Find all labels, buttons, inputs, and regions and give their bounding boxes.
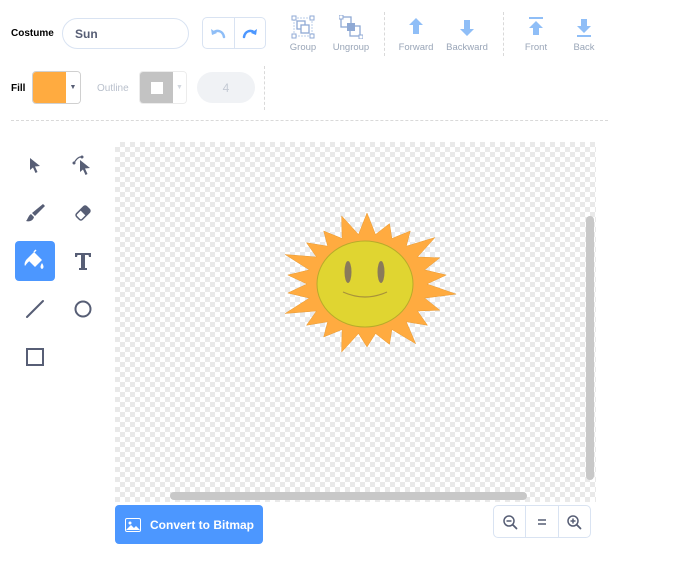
sun-costume-drawing[interactable] bbox=[115, 142, 596, 502]
group-label: Group bbox=[289, 42, 317, 53]
ungroup-label: Ungroup bbox=[332, 42, 370, 53]
circle-icon bbox=[74, 300, 92, 318]
circle-tool[interactable] bbox=[63, 289, 103, 329]
redo-button[interactable] bbox=[233, 18, 266, 48]
reshape-tool[interactable] bbox=[63, 145, 103, 185]
paint-canvas[interactable] bbox=[115, 142, 596, 502]
toolbar-divider bbox=[264, 66, 265, 110]
backward-button[interactable]: Backward bbox=[437, 15, 497, 53]
line-tool[interactable] bbox=[15, 289, 55, 329]
toolbar-divider bbox=[503, 12, 504, 56]
fill-label: Fill bbox=[11, 83, 26, 94]
brush-icon bbox=[26, 204, 45, 222]
toolbar-divider bbox=[384, 12, 385, 56]
undo-button[interactable] bbox=[203, 18, 234, 48]
sun-right-eye bbox=[377, 261, 385, 283]
zoom-reset-button[interactable] bbox=[525, 506, 557, 537]
paint-bucket-icon bbox=[24, 249, 44, 269]
eraser-tool[interactable] bbox=[63, 193, 103, 233]
group-icon bbox=[291, 15, 315, 39]
eraser-icon bbox=[75, 205, 91, 221]
forward-icon bbox=[409, 18, 423, 34]
zoom-reset-icon bbox=[537, 518, 546, 525]
canvas-horizontal-scrollbar[interactable] bbox=[170, 492, 527, 500]
outline-white-square bbox=[150, 81, 163, 94]
zoom-in-icon bbox=[567, 514, 582, 529]
select-tool[interactable] bbox=[15, 145, 55, 185]
costume-label: Costume bbox=[11, 28, 54, 39]
front-label: Front bbox=[524, 42, 548, 53]
arrow-cursor-icon bbox=[30, 158, 40, 173]
costume-name-input[interactable] bbox=[62, 18, 189, 49]
undo-redo-group bbox=[202, 17, 266, 49]
convert-to-bitmap-button[interactable]: Convert to Bitmap bbox=[115, 505, 263, 544]
zoom-out-icon bbox=[502, 514, 518, 529]
ungroup-icon bbox=[339, 15, 363, 39]
zoom-in-button[interactable] bbox=[557, 506, 590, 537]
forward-label: Forward bbox=[398, 42, 434, 53]
back-icon bbox=[577, 19, 591, 37]
text-icon bbox=[75, 253, 91, 270]
text-tool[interactable] bbox=[63, 241, 103, 281]
undo-icon bbox=[211, 29, 226, 39]
outline-color-swatch bbox=[140, 72, 173, 103]
fill-tool[interactable] bbox=[15, 241, 55, 281]
rectangle-tool[interactable] bbox=[15, 337, 55, 377]
backward-label: Backward bbox=[446, 42, 488, 53]
outline-width-input[interactable] bbox=[197, 72, 255, 103]
sun-left-eye bbox=[344, 261, 352, 283]
caret-down-icon: ▼ bbox=[173, 72, 186, 103]
canvas-vertical-scrollbar[interactable] bbox=[586, 216, 594, 480]
toolbar-bottom-divider bbox=[11, 120, 608, 121]
brush-tool[interactable] bbox=[15, 193, 55, 233]
rectangle-icon bbox=[26, 348, 44, 366]
caret-down-icon: ▼ bbox=[66, 72, 80, 103]
fill-color-picker[interactable]: ▼ bbox=[32, 71, 81, 104]
line-icon bbox=[26, 300, 44, 318]
zoom-out-button[interactable] bbox=[494, 506, 525, 537]
outline-label: Outline bbox=[97, 83, 129, 94]
convert-to-bitmap-label: Convert to Bitmap bbox=[150, 517, 255, 532]
redo-icon bbox=[242, 29, 257, 39]
fill-color-swatch bbox=[33, 72, 66, 103]
front-icon bbox=[529, 17, 543, 35]
reshape-cursor-icon bbox=[72, 155, 90, 175]
backward-icon bbox=[460, 20, 474, 36]
sun-face bbox=[316, 240, 414, 328]
back-button[interactable]: Back bbox=[554, 15, 614, 53]
outline-color-picker[interactable]: ▼ bbox=[139, 71, 187, 104]
bitmap-image-icon bbox=[125, 517, 141, 532]
ungroup-button[interactable]: Ungroup bbox=[321, 15, 381, 53]
back-label: Back bbox=[573, 42, 595, 53]
zoom-controls bbox=[493, 505, 591, 538]
